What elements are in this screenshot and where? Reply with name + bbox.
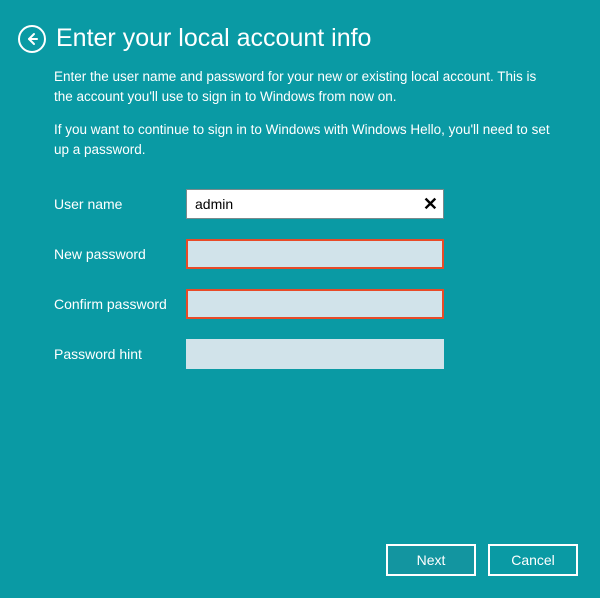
confirm-password-label: Confirm password [54,296,186,312]
next-button[interactable]: Next [386,544,476,576]
clear-input-icon[interactable]: ✕ [423,195,438,213]
new-password-input[interactable] [186,239,444,269]
description-1: Enter the user name and password for you… [54,67,552,106]
password-hint-label: Password hint [54,346,186,362]
account-form: User name ✕ New password Confirm passwor… [54,189,552,369]
confirm-password-input[interactable] [186,289,444,319]
back-button[interactable] [18,25,46,53]
username-label: User name [54,196,186,212]
page-title: Enter your local account info [56,24,371,53]
username-input[interactable] [186,189,444,219]
password-hint-input[interactable] [186,339,444,369]
new-password-label: New password [54,246,186,262]
arrow-left-icon [24,31,40,47]
description-2: If you want to continue to sign in to Wi… [54,120,552,159]
cancel-button[interactable]: Cancel [488,544,578,576]
